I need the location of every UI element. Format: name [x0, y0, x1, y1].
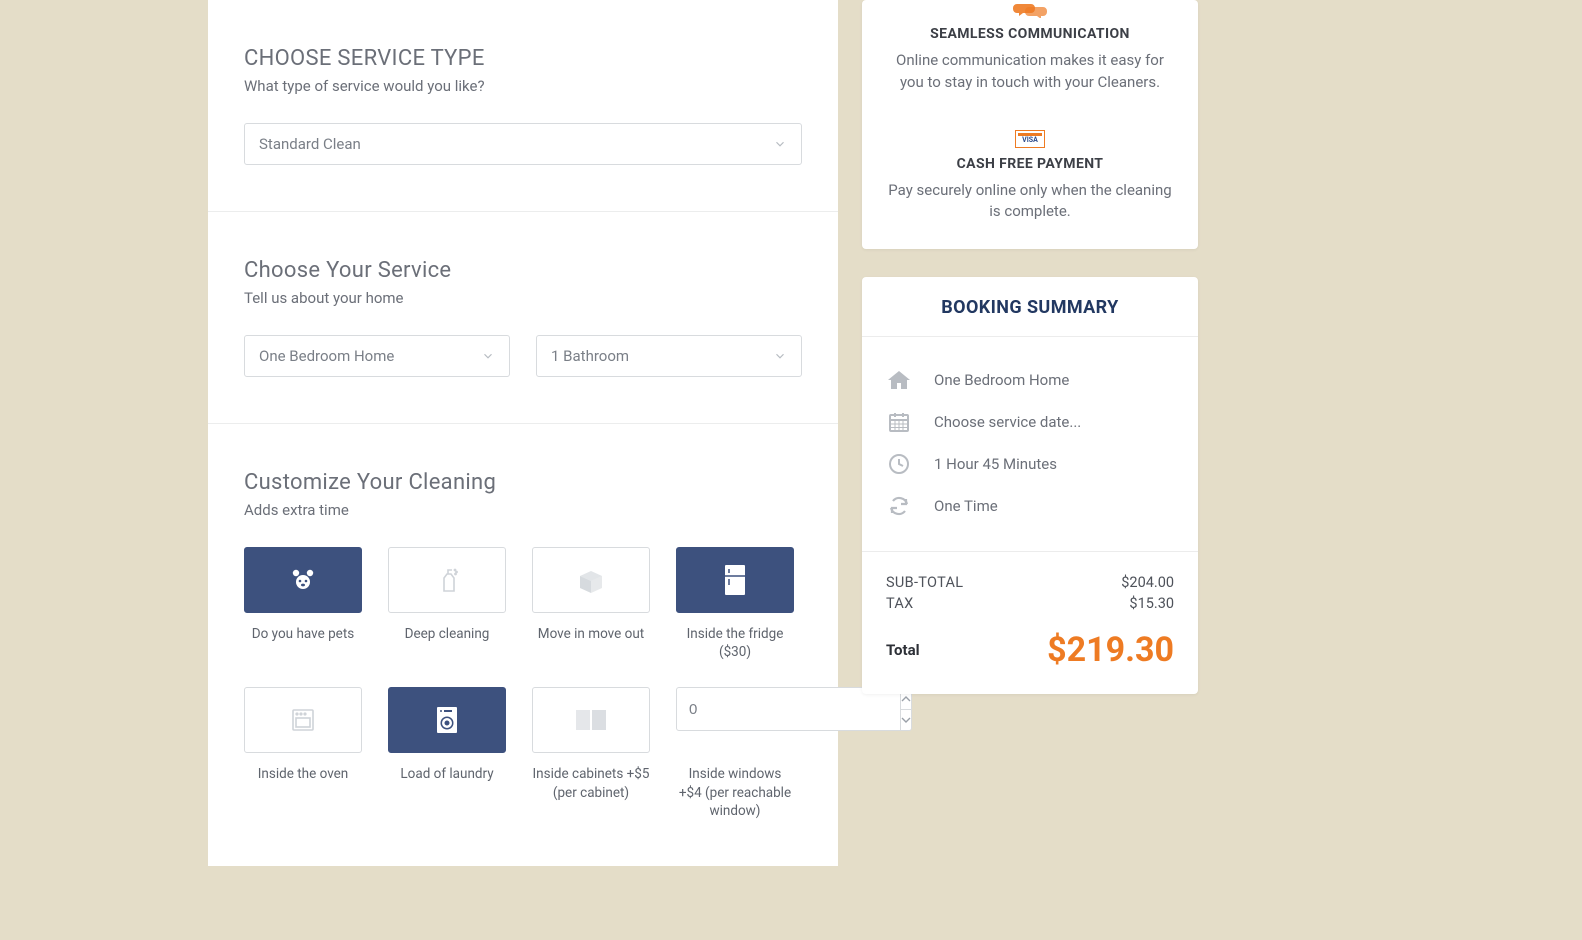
tax-value: $15.30: [1129, 595, 1174, 612]
sidebar: SEAMLESS COMMUNICATION Online communicat…: [862, 0, 1198, 694]
refresh-icon: [886, 495, 912, 517]
subtotal-value: $204.00: [1121, 574, 1174, 591]
option-pets-label: Do you have pets: [252, 625, 354, 661]
pet-icon: [288, 567, 318, 593]
windows-qty-input[interactable]: [676, 687, 901, 731]
oven-icon: [289, 706, 317, 734]
customize-title: Customize Your Cleaning: [244, 470, 802, 495]
section-your-service: Choose Your Service Tell us about your h…: [208, 212, 838, 424]
option-cabinets: Inside cabinets +$5 (per cabinet): [532, 687, 650, 820]
summary-duration-row: 1 Hour 45 Minutes: [886, 443, 1174, 485]
option-fridge-label: Inside the fridge ($30): [676, 625, 794, 661]
option-pets: Do you have pets: [244, 547, 362, 661]
bedrooms-value: One Bedroom Home: [259, 347, 394, 365]
bathrooms-value: 1 Bathroom: [551, 347, 629, 365]
option-laundry-label: Load of laundry: [400, 765, 493, 801]
promo-payment: VISA CASH FREE PAYMENT Pay securely onli…: [884, 130, 1176, 224]
option-fridge-box[interactable]: [676, 547, 794, 613]
bedrooms-select[interactable]: One Bedroom Home: [244, 335, 510, 377]
calendar-icon: [886, 411, 912, 433]
service-type-select[interactable]: Standard Clean: [244, 123, 802, 165]
promo-communication-text: Online communication makes it easy for y…: [884, 50, 1176, 94]
summary-date-value: Choose service date...: [934, 413, 1081, 431]
box-icon: [576, 566, 606, 594]
bathrooms-select[interactable]: 1 Bathroom: [536, 335, 802, 377]
stepper-down-button[interactable]: [901, 709, 912, 732]
windows-stepper: [676, 687, 794, 731]
summary-frequency-row: One Time: [886, 485, 1174, 527]
summary-body: One Bedroom Home Choose service date... …: [862, 337, 1198, 552]
section-service-type: CHOOSE SERVICE TYPE What type of service…: [208, 0, 838, 212]
option-pets-box[interactable]: [244, 547, 362, 613]
option-laundry: Load of laundry: [388, 687, 506, 820]
summary-title: BOOKING SUMMARY: [874, 297, 1186, 318]
option-move: Move in move out: [532, 547, 650, 661]
chevron-down-icon: [773, 349, 787, 363]
total-value: $219.30: [1047, 630, 1174, 670]
fridge-icon: [722, 563, 748, 597]
option-oven: Inside the oven: [244, 687, 362, 820]
cabinet-icon: [573, 707, 609, 733]
summary-duration-value: 1 Hour 45 Minutes: [934, 455, 1057, 473]
summary-header: BOOKING SUMMARY: [862, 277, 1198, 337]
visa-icon: VISA: [884, 130, 1176, 148]
option-deep-cleaning: Deep cleaning: [388, 547, 506, 661]
option-deep-cleaning-label: Deep cleaning: [405, 625, 490, 661]
summary-date-row: Choose service date...: [886, 401, 1174, 443]
option-windows-label: Inside windows +$4 (per reachable window…: [676, 765, 794, 820]
option-cabinets-label: Inside cabinets +$5 (per cabinet): [532, 765, 650, 801]
summary-home-row: One Bedroom Home: [886, 359, 1174, 401]
tax-label: TAX: [886, 595, 914, 612]
option-cabinets-box[interactable]: [532, 687, 650, 753]
home-icon: [886, 369, 912, 391]
service-type-value: Standard Clean: [259, 135, 361, 153]
promo-payment-text: Pay securely online only when the cleani…: [884, 180, 1176, 224]
option-move-box[interactable]: [532, 547, 650, 613]
option-move-label: Move in move out: [538, 625, 644, 661]
spray-icon: [435, 566, 459, 594]
customize-subtitle: Adds extra time: [244, 501, 802, 519]
chat-icon: [884, 4, 1176, 18]
promo-communication: SEAMLESS COMMUNICATION Online communicat…: [884, 4, 1176, 94]
summary-frequency-value: One Time: [934, 497, 998, 515]
service-type-title: CHOOSE SERVICE TYPE: [244, 46, 802, 71]
promo-card: SEAMLESS COMMUNICATION Online communicat…: [862, 0, 1198, 249]
washer-icon: [433, 704, 461, 736]
option-deep-cleaning-box[interactable]: [388, 547, 506, 613]
summary-card: BOOKING SUMMARY One Bedroom Home Choose …: [862, 277, 1198, 694]
chevron-down-icon: [773, 137, 787, 151]
option-fridge: Inside the fridge ($30): [676, 547, 794, 661]
option-oven-label: Inside the oven: [258, 765, 349, 801]
chevron-down-icon: [481, 349, 495, 363]
promo-communication-title: SEAMLESS COMMUNICATION: [884, 26, 1176, 42]
summary-home-value: One Bedroom Home: [934, 371, 1069, 389]
summary-footer: SUB-TOTAL $204.00 TAX $15.30 Total $219.…: [862, 552, 1198, 694]
option-oven-box[interactable]: [244, 687, 362, 753]
main-panel: CHOOSE SERVICE TYPE What type of service…: [208, 0, 838, 866]
subtotal-label: SUB-TOTAL: [886, 574, 963, 591]
service-type-subtitle: What type of service would you like?: [244, 77, 802, 95]
your-service-subtitle: Tell us about your home: [244, 289, 802, 307]
section-customize: Customize Your Cleaning Adds extra time …: [208, 424, 838, 866]
clock-icon: [886, 453, 912, 475]
your-service-title: Choose Your Service: [244, 258, 802, 283]
option-windows: Inside windows +$4 (per reachable window…: [676, 687, 794, 820]
total-label: Total: [886, 641, 920, 659]
option-laundry-box[interactable]: [388, 687, 506, 753]
promo-payment-title: CASH FREE PAYMENT: [884, 156, 1176, 172]
